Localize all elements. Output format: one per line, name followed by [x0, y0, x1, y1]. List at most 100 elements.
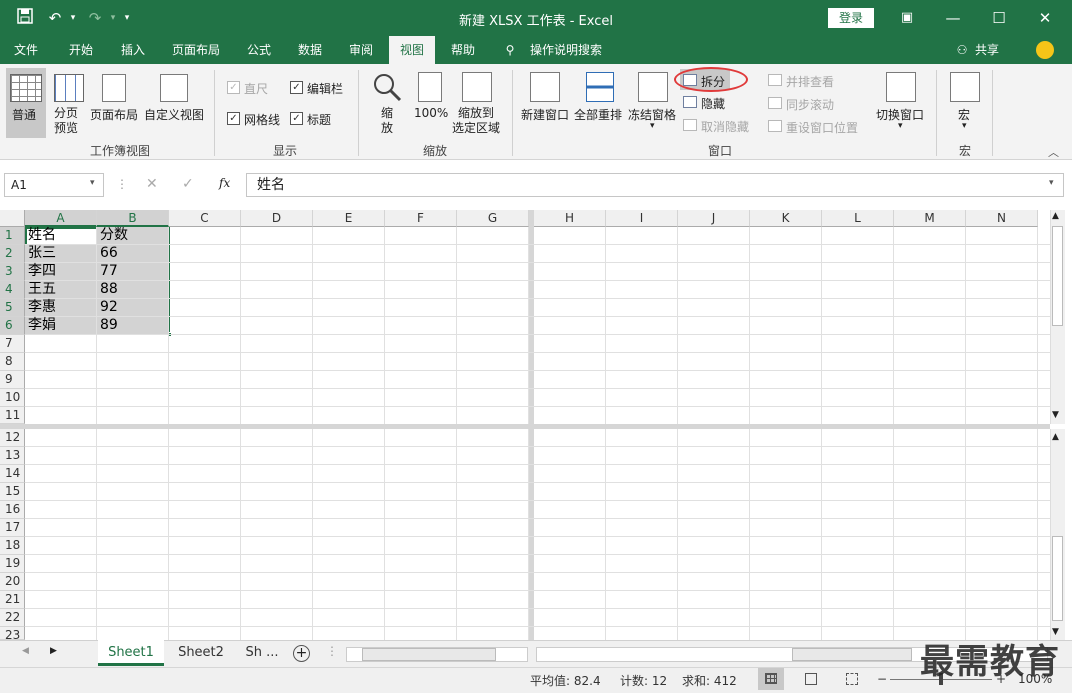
scroll-up-icon[interactable]: ▲	[1052, 432, 1059, 442]
row-header-11[interactable]: 11	[0, 407, 25, 424]
cell-a2[interactable]: 张三	[25, 245, 97, 263]
column-header-b[interactable]: B	[97, 210, 169, 227]
login-button[interactable]: 登录	[828, 8, 874, 28]
vertical-scroll-thumb-top[interactable]	[1052, 226, 1063, 326]
share-button[interactable]: 共享	[972, 36, 1002, 64]
freeze-dropdown-icon[interactable]: ▾	[650, 121, 655, 131]
row-header-3[interactable]: 3	[0, 263, 25, 281]
row-header-12[interactable]: 12	[0, 429, 25, 447]
column-header-j[interactable]: J	[678, 210, 750, 227]
scroll-down-icon[interactable]: ▼	[1052, 410, 1059, 420]
formula-bar-checkbox[interactable]: ✓	[290, 81, 303, 94]
insert-function-button[interactable]: fx	[219, 176, 230, 190]
row-header-10[interactable]: 10	[0, 389, 25, 407]
row-header-17[interactable]: 17	[0, 519, 25, 537]
select-all-corner[interactable]	[0, 210, 25, 227]
cell-a3[interactable]: 李四	[25, 263, 97, 281]
maximize-icon[interactable]: ☐	[976, 0, 1022, 36]
new-window-button[interactable]: 新建窗口	[521, 106, 569, 123]
page-layout-view-icon[interactable]	[805, 673, 817, 685]
arrange-all-button[interactable]: 全部重排	[574, 106, 622, 123]
row-header-20[interactable]: 20	[0, 573, 25, 591]
page-break-preview-button[interactable]: 分页 预览	[54, 106, 78, 136]
tab-page-layout[interactable]: 页面布局	[165, 36, 227, 64]
cell-b1[interactable]: 分数	[97, 227, 169, 245]
row-header-19[interactable]: 19	[0, 555, 25, 573]
column-header-e[interactable]: E	[313, 210, 385, 227]
column-header-g[interactable]: G	[457, 210, 529, 227]
horizontal-scroll-thumb-left[interactable]	[362, 648, 496, 661]
page-break-view-icon[interactable]	[846, 673, 858, 685]
column-header-m[interactable]: M	[894, 210, 966, 227]
sheet-tab-truncated[interactable]: Sh ...	[238, 640, 286, 666]
collapse-ribbon-icon[interactable]: ︿	[1048, 144, 1059, 160]
column-header-h[interactable]: H	[534, 210, 606, 227]
column-header-n[interactable]: N	[966, 210, 1038, 227]
cell-b2[interactable]: 66	[97, 245, 169, 263]
tab-file[interactable]: 文件	[4, 36, 48, 64]
row-header-7[interactable]: 7	[0, 335, 25, 353]
gridlines-checkbox[interactable]: ✓	[227, 112, 240, 125]
zoom-out-icon[interactable]: −	[877, 672, 887, 686]
prev-sheet-icon[interactable]: ◀	[22, 646, 29, 656]
sheet-tab-sheet1[interactable]: Sheet1	[98, 640, 164, 666]
tab-formulas[interactable]: 公式	[236, 36, 282, 64]
tab-review[interactable]: 审阅	[338, 36, 384, 64]
formula-input[interactable]: 姓名	[246, 173, 1064, 197]
cell-a6[interactable]: 李娟	[25, 317, 97, 335]
vertical-scroll-thumb-bottom[interactable]	[1052, 536, 1063, 621]
column-header-c[interactable]: C	[169, 210, 241, 227]
tell-me-search[interactable]: 操作说明搜索	[524, 36, 608, 64]
tab-insert[interactable]: 插入	[110, 36, 156, 64]
scroll-up-icon[interactable]: ▲	[1052, 211, 1059, 221]
column-header-a[interactable]: A	[25, 210, 97, 227]
horizontal-scroll-thumb-right[interactable]	[792, 648, 912, 661]
tab-view[interactable]: 视图	[389, 36, 435, 64]
row-header-5[interactable]: 5	[0, 299, 25, 317]
tab-splitter-icon[interactable]: ⋮	[326, 644, 338, 658]
row-header-14[interactable]: 14	[0, 465, 25, 483]
cell-b3[interactable]: 77	[97, 263, 169, 281]
zoom-100-button[interactable]: 100%	[414, 106, 448, 120]
name-box-dropdown-icon[interactable]: ▾	[90, 178, 95, 188]
smiley-feedback-icon[interactable]	[1036, 41, 1054, 59]
row-header-15[interactable]: 15	[0, 483, 25, 501]
cell-b5[interactable]: 92	[97, 299, 169, 317]
zoom-to-selection-button[interactable]: 缩放到 选定区域	[452, 106, 500, 136]
new-sheet-icon[interactable]: +	[293, 645, 310, 662]
hide-button[interactable]: 隐藏	[701, 95, 725, 112]
tab-home[interactable]: 开始	[58, 36, 104, 64]
column-header-i[interactable]: I	[606, 210, 678, 227]
cell-a5[interactable]: 李惠	[25, 299, 97, 317]
row-header-2[interactable]: 2	[0, 245, 25, 263]
page-layout-button[interactable]: 页面布局	[90, 106, 138, 123]
cell-b4[interactable]: 88	[97, 281, 169, 299]
column-header-l[interactable]: L	[822, 210, 894, 227]
row-header-23[interactable]: 23	[0, 627, 25, 642]
switch-windows-dropdown-icon[interactable]: ▾	[898, 121, 903, 131]
row-header-22[interactable]: 22	[0, 609, 25, 627]
macros-dropdown-icon[interactable]: ▾	[962, 121, 967, 131]
tab-help[interactable]: 帮助	[440, 36, 486, 64]
row-header-9[interactable]: 9	[0, 371, 25, 389]
row-header-18[interactable]: 18	[0, 537, 25, 555]
column-header-f[interactable]: F	[385, 210, 457, 227]
row-header-21[interactable]: 21	[0, 591, 25, 609]
row-header-8[interactable]: 8	[0, 353, 25, 371]
zoom-button[interactable]: 缩 放	[381, 106, 393, 136]
cell-a1[interactable]: 姓名	[25, 227, 97, 245]
expand-formula-bar-icon[interactable]: ▾	[1049, 178, 1054, 188]
cell-a4[interactable]: 王五	[25, 281, 97, 299]
tab-data[interactable]: 数据	[287, 36, 333, 64]
next-sheet-icon[interactable]: ▶	[50, 646, 57, 656]
ribbon-display-options-icon[interactable]: ▣	[884, 0, 930, 36]
column-header-k[interactable]: K	[750, 210, 822, 227]
custom-views-button[interactable]: 自定义视图	[144, 106, 204, 123]
row-header-4[interactable]: 4	[0, 281, 25, 299]
sheet-tab-sheet2[interactable]: Sheet2	[168, 640, 234, 666]
row-header-6[interactable]: 6	[0, 317, 25, 335]
row-header-13[interactable]: 13	[0, 447, 25, 465]
name-box[interactable]: A1	[4, 173, 104, 197]
minimize-icon[interactable]: —	[930, 0, 976, 36]
row-header-16[interactable]: 16	[0, 501, 25, 519]
